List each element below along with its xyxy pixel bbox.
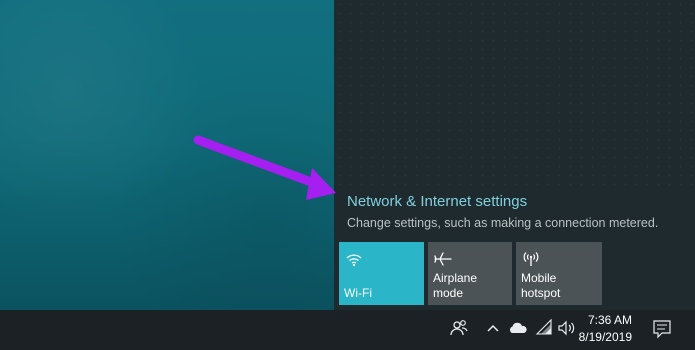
taskbar-clock-time[interactable]: 7:36 AM bbox=[584, 313, 632, 327]
quick-action-label: Wi-Fi bbox=[344, 286, 372, 300]
wifi-signal-icon[interactable] bbox=[535, 318, 553, 340]
onedrive-cloud-icon[interactable] bbox=[508, 318, 528, 340]
quick-action-wifi[interactable]: Wi-Fi bbox=[339, 242, 424, 305]
chevron-up-icon[interactable] bbox=[486, 318, 500, 340]
panel-texture bbox=[334, 0, 695, 190]
quick-action-airplane-mode[interactable]: Airplane mode bbox=[428, 242, 512, 305]
wifi-icon bbox=[345, 251, 363, 267]
notification-icon[interactable] bbox=[652, 319, 672, 341]
network-internet-settings-link[interactable]: Network & Internet settings bbox=[347, 193, 527, 210]
airplane-icon bbox=[434, 251, 452, 267]
desktop-background bbox=[0, 0, 334, 310]
hotspot-icon bbox=[522, 251, 540, 267]
volume-icon[interactable] bbox=[557, 318, 577, 340]
network-settings-description: Change settings, such as making a connec… bbox=[347, 216, 659, 230]
taskbar-clock-date[interactable]: 8/19/2019 bbox=[576, 330, 632, 344]
people-icon[interactable] bbox=[450, 318, 468, 340]
quick-action-mobile-hotspot[interactable]: Mobile hotspot bbox=[516, 242, 602, 305]
quick-action-label: Airplane mode bbox=[433, 271, 478, 300]
desktop-texture bbox=[0, 0, 334, 310]
quick-action-label: Mobile hotspot bbox=[521, 271, 561, 300]
